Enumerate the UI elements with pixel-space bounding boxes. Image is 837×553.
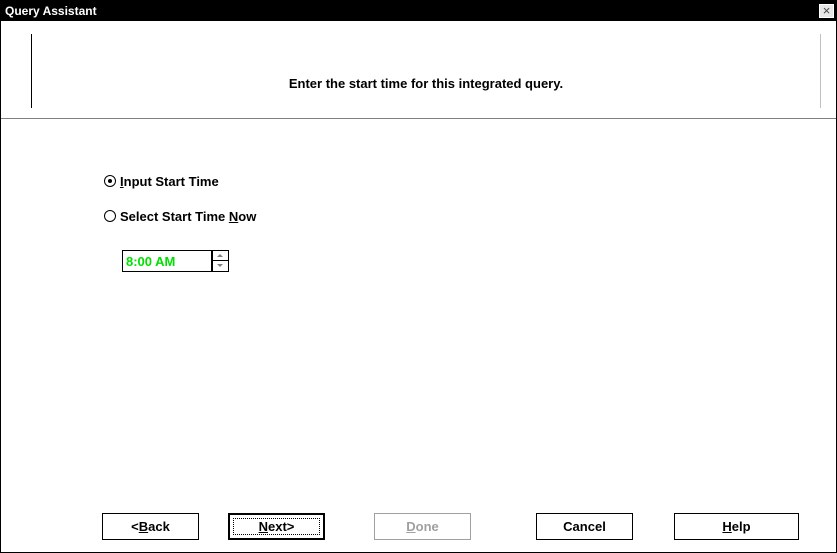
spin-down-button[interactable] [213,261,228,271]
header-panel: Enter the start time for this integrated… [31,34,821,108]
focus-rectangle [233,518,320,535]
header-separator [1,118,836,120]
radio-unselected-icon[interactable] [104,210,116,222]
query-assistant-window: Query Assistant × Enter the start time f… [0,0,837,553]
window-title: Query Assistant [5,4,97,18]
radio-dot-icon [108,179,112,183]
select-start-time-now-option[interactable]: Select Start Time Now [104,207,256,225]
back-button[interactable]: <Back [102,513,199,540]
time-spinner[interactable] [212,250,229,272]
cancel-button[interactable]: Cancel [536,513,633,540]
select-start-time-now-label: Select Start Time Now [120,208,257,224]
start-time-value: 8:00 AM [126,254,176,269]
next-button[interactable]: Next> [228,513,325,540]
input-start-time-option[interactable]: Input Start Time [104,172,219,190]
arrow-up-icon [217,254,223,257]
done-button[interactable]: Done [374,513,471,540]
arrow-down-icon [217,264,223,267]
done-button-label: Done [406,519,439,534]
close-icon: × [822,3,831,18]
title-bar: Query Assistant × [1,1,836,21]
instruction-text: Enter the start time for this integrated… [288,76,564,91]
start-time-input[interactable]: 8:00 AM [122,250,212,272]
help-button-label: Help [722,519,751,534]
cancel-button-label: Cancel [563,519,606,534]
close-button[interactable]: × [819,4,834,18]
radio-selected-icon[interactable] [104,175,116,187]
back-button-label: <Back [131,519,170,534]
input-start-time-label: Input Start Time [120,173,219,189]
spin-up-button[interactable] [213,251,228,261]
help-button[interactable]: Help [674,513,799,540]
